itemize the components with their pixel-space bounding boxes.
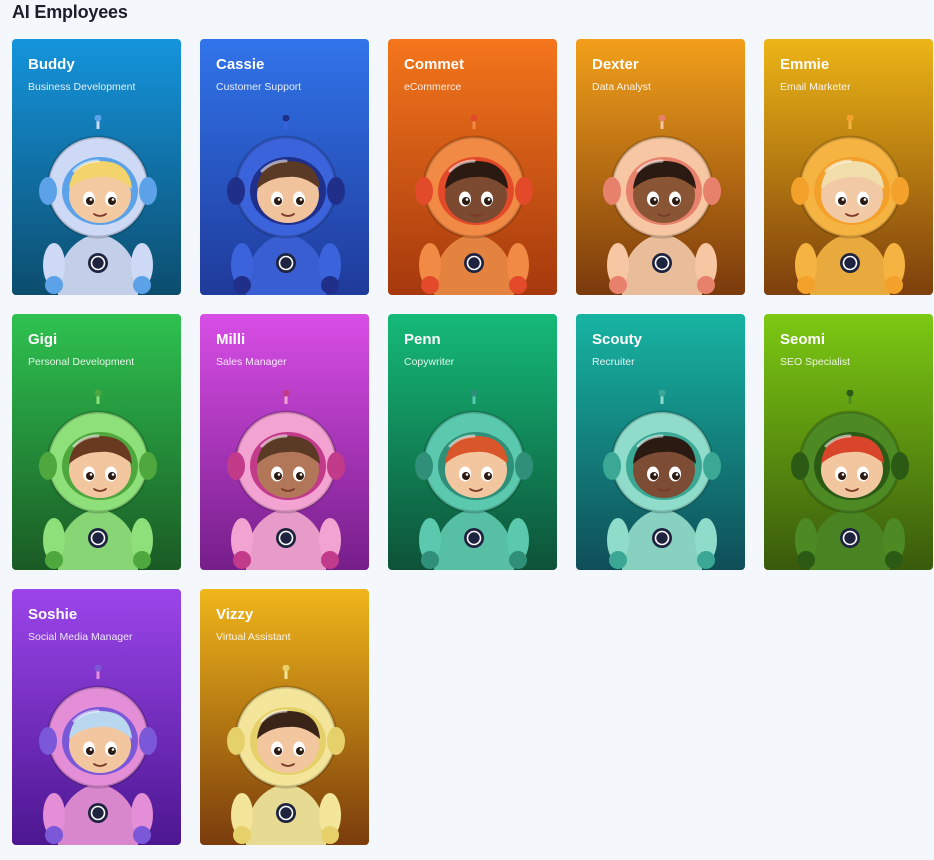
employee-role: Data Analyst [592,81,651,93]
employee-name: Commet [404,56,465,73]
astronaut-avatar-icon [791,390,909,570]
employee-card-scouty[interactable]: Scouty Recruiter [576,314,745,570]
employee-role: Recruiter [592,356,635,368]
employee-name: Dexter [592,56,639,73]
employee-card-commet[interactable]: Commet eCommerce [388,39,557,295]
employee-role: SEO Specialist [780,356,851,368]
employee-role: eCommerce [404,81,462,93]
astronaut-avatar-icon [227,390,345,570]
employee-role: Email Marketer [780,81,851,93]
employee-card-penn[interactable]: Penn Copywriter [388,314,557,570]
employee-card-milli[interactable]: Milli Sales Manager [200,314,369,570]
astronaut-avatar-icon [39,115,157,295]
employee-role: Sales Manager [216,356,287,368]
employee-card-gigi[interactable]: Gigi Personal Development [12,314,181,570]
astronaut-avatar-icon [415,390,533,570]
employee-card-soshie[interactable]: Soshie Social Media Manager [12,589,181,845]
employee-card-seomi[interactable]: Seomi SEO Specialist [764,314,933,570]
employee-grid: Buddy Business Development Cassie Customer … [12,39,934,845]
astronaut-avatar-icon [227,665,345,845]
employee-role: Personal Development [28,356,135,368]
employee-role: Virtual Assistant [216,631,291,643]
ai-employees-page: AI Employees Buddy Business Development Ca… [0,0,934,860]
employee-role: Copywriter [404,356,455,368]
employee-card-emmie[interactable]: Emmie Email Marketer [764,39,933,295]
employee-name: Gigi [28,331,58,348]
section-title: AI Employees [12,2,128,22]
astronaut-avatar-icon [415,115,533,295]
employee-role: Business Development [28,81,136,93]
employee-name: Emmie [780,56,830,73]
astronaut-avatar-icon [39,390,157,570]
employee-name: Seomi [780,331,826,348]
employee-name: Buddy [28,56,75,73]
astronaut-avatar-icon [39,665,157,845]
astronaut-avatar-icon [227,115,345,295]
employee-name: Vizzy [216,606,254,623]
employee-card-buddy[interactable]: Buddy Business Development [12,39,181,295]
employee-name: Scouty [592,331,643,348]
employee-card-vizzy[interactable]: Vizzy Virtual Assistant [200,589,369,845]
employee-name: Soshie [28,606,78,623]
employee-role: Customer Support [216,81,302,93]
employee-name: Penn [404,331,441,348]
employee-name: Milli [216,331,246,348]
employee-name: Cassie [216,56,265,73]
employee-card-dexter[interactable]: Dexter Data Analyst [576,39,745,295]
employee-role: Social Media Manager [28,631,133,643]
astronaut-avatar-icon [603,115,721,295]
employee-card-cassie[interactable]: Cassie Customer Support [200,39,369,295]
astronaut-avatar-icon [603,390,721,570]
astronaut-avatar-icon [791,115,909,295]
